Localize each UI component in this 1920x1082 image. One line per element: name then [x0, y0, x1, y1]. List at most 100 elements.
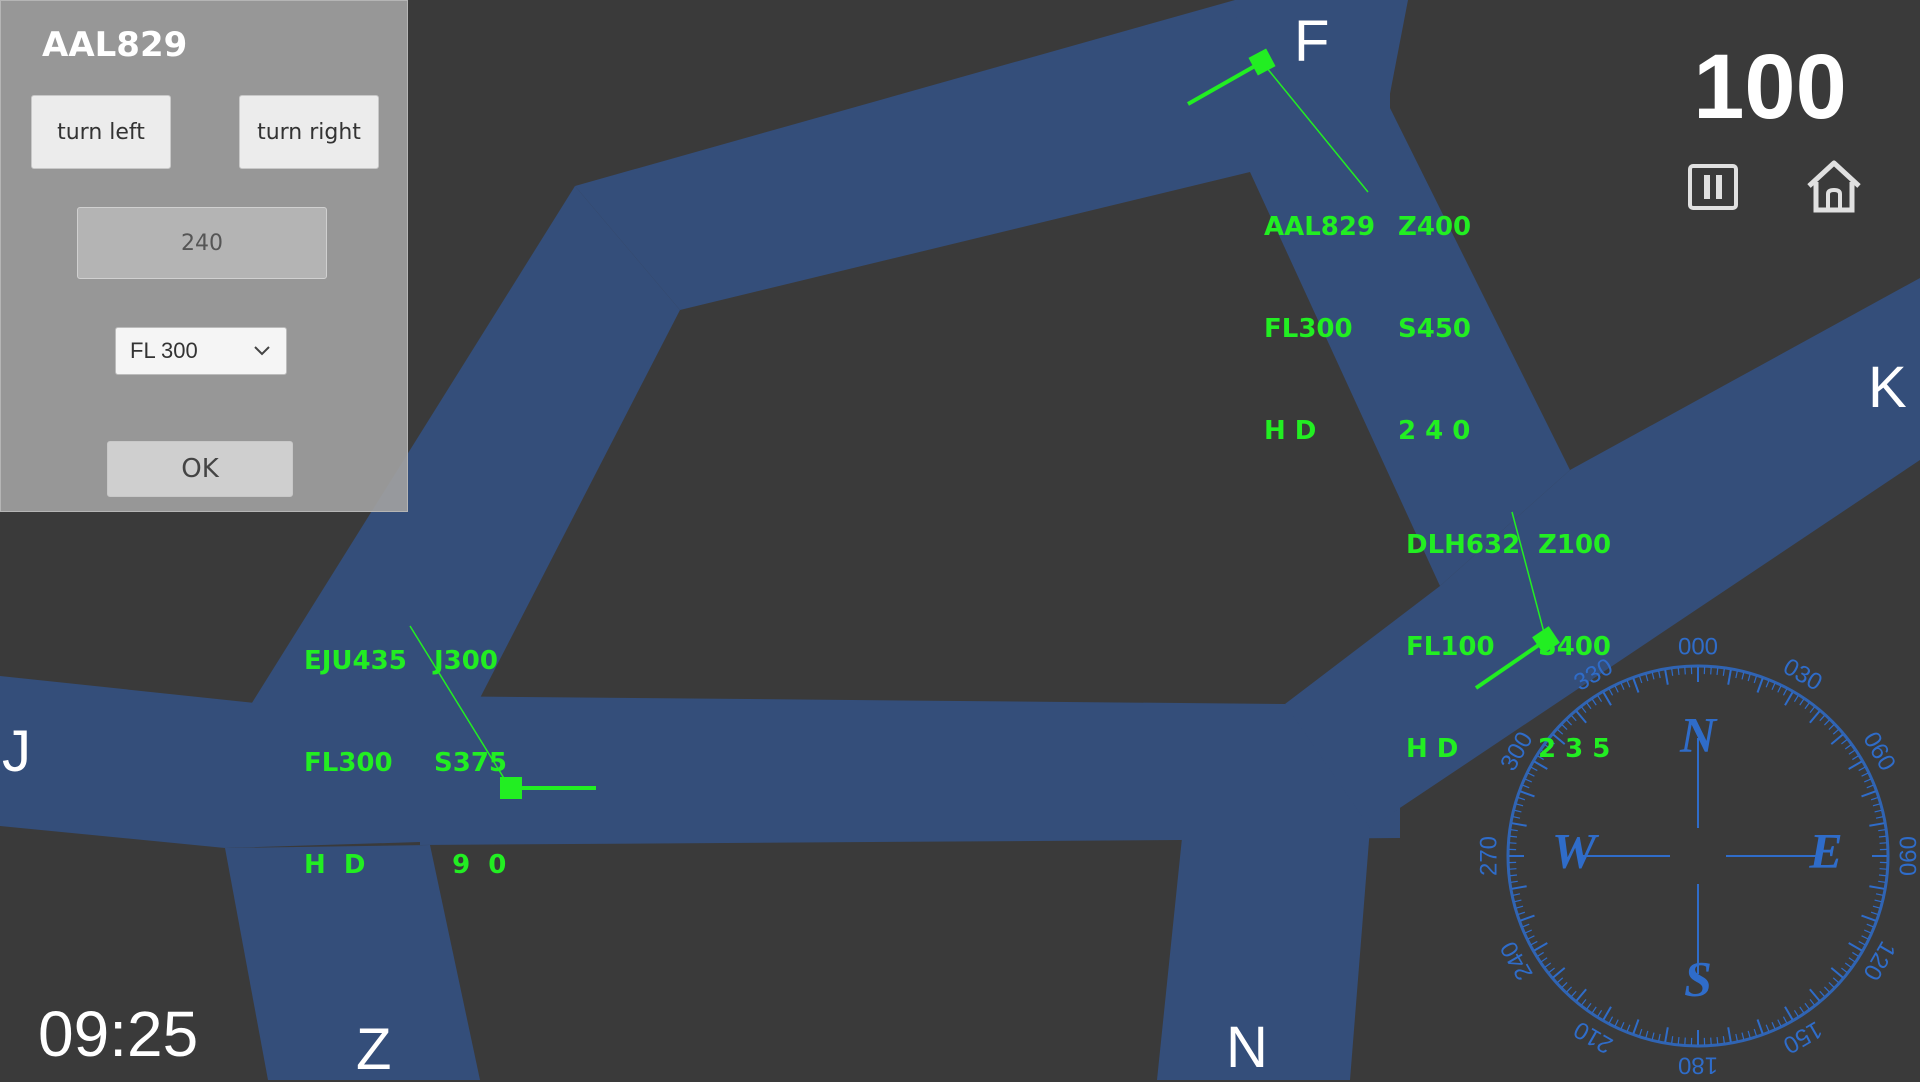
compass-tick: [1820, 716, 1825, 721]
compass-tick: [1805, 1003, 1809, 1009]
compass-tick: [1772, 1022, 1775, 1028]
compass-tick: [1659, 671, 1660, 678]
compass-tick: [1723, 1036, 1724, 1043]
compass-tick: [1582, 999, 1586, 1005]
compass-tick: [1845, 745, 1851, 749]
compass-tick: [1513, 894, 1520, 895]
compass-tick: [1748, 1031, 1750, 1038]
compass-tick: [1748, 674, 1750, 681]
compass-tick: [1742, 673, 1744, 680]
compass-tick: [1516, 804, 1523, 806]
compass-tick: [1783, 689, 1786, 695]
compass-cardinal-e: E: [1808, 822, 1842, 878]
waypoint-k-label: K: [1868, 356, 1907, 420]
compass-degree-label: 180: [1678, 1052, 1718, 1079]
flight-tag-aal829[interactable]: AAL829Z400 FL300S450 H D2 4 0: [1264, 142, 1471, 482]
flight-tag-dlh632[interactable]: DLH632Z100 FL100S400 H D2 3 5: [1406, 460, 1611, 800]
compass-tick: [1833, 730, 1838, 735]
compass-tick: [1879, 875, 1886, 876]
compass-tick: [1878, 830, 1885, 831]
compass-tick: [1852, 756, 1858, 760]
compass-tick: [1873, 906, 1880, 908]
compass-tick: [1867, 785, 1873, 788]
compass-tick: [1810, 711, 1820, 722]
compass-tick: [1515, 900, 1522, 902]
flight-heading: 2 4 0: [1398, 414, 1470, 448]
compass-tick: [1794, 1010, 1798, 1016]
compass-tick: [1878, 881, 1885, 882]
airway-j-main: [420, 696, 1400, 845]
compass-cardinal-n: N: [1679, 706, 1718, 762]
compass-tick: [1736, 671, 1737, 678]
turn-right-button[interactable]: turn right: [239, 95, 379, 169]
compass-tick: [1646, 1031, 1648, 1038]
altitude-select-value: FL 300: [130, 338, 198, 364]
compass-tick: [1862, 791, 1876, 796]
compass-tick: [1534, 943, 1547, 951]
compass-tick: [1871, 798, 1878, 800]
compass-tick: [1609, 1017, 1612, 1023]
flight-hd-label: H D: [304, 848, 434, 882]
compass-tick: [1766, 1025, 1769, 1031]
flight-hd-label: H D: [1406, 732, 1538, 766]
compass-tick: [1766, 681, 1769, 687]
selected-flight-title: AAL829: [42, 25, 187, 65]
compass-degree-label: 270: [1475, 836, 1502, 876]
heading-input[interactable]: [77, 207, 327, 279]
compass-tick: [1875, 810, 1882, 812]
compass-tick: [1785, 692, 1793, 705]
compass-tick: [1772, 683, 1775, 689]
flight-tag-eju435[interactable]: EJU435J300 FL300S375 H D 9 0: [304, 576, 507, 916]
compass-tick: [1841, 968, 1847, 972]
compass-tick: [1512, 823, 1527, 826]
compass-tick: [1523, 924, 1529, 927]
compass-tick: [1512, 886, 1527, 889]
compass-tick: [1875, 900, 1882, 902]
compass-tick: [1849, 943, 1862, 951]
compass-tick: [1778, 1020, 1781, 1026]
compass-tick: [1541, 958, 1547, 962]
compass-tick: [1778, 686, 1781, 692]
compass-tick: [1785, 1007, 1793, 1020]
ok-button[interactable]: OK: [107, 441, 293, 497]
compass-tick: [1717, 1037, 1718, 1044]
compass-tick: [1736, 1034, 1737, 1041]
compass-tick: [1805, 703, 1809, 709]
flight-speed: S375: [434, 746, 507, 780]
compass-tick: [1665, 1027, 1668, 1042]
compass-tick: [1876, 817, 1883, 818]
compass-tick: [1640, 676, 1642, 683]
flight-level: FL300: [304, 746, 434, 780]
compass-tick: [1652, 673, 1654, 680]
compass-tick: [1538, 952, 1544, 956]
compass-tick: [1621, 683, 1624, 689]
flight-control-panel: AAL829 turn left turn right FL 300 OK: [0, 0, 408, 512]
compass-tick: [1833, 978, 1838, 983]
compass-tick: [1831, 735, 1842, 745]
compass-tick: [1659, 1034, 1660, 1041]
compass-tick: [1824, 987, 1829, 992]
flight-destination: Z100: [1538, 528, 1611, 562]
home-icon[interactable]: [1806, 158, 1862, 214]
compass-tick: [1723, 669, 1724, 676]
flight-level: FL300: [1264, 312, 1398, 346]
compass-tick: [1520, 916, 1534, 921]
altitude-select[interactable]: FL 300: [115, 327, 287, 375]
chevron-down-icon: [252, 340, 272, 360]
compass-tick: [1831, 968, 1842, 978]
compass-tick: [1678, 668, 1679, 675]
pause-icon[interactable]: [1686, 160, 1742, 216]
compass-tick: [1742, 1033, 1744, 1040]
compass-tick: [1810, 989, 1820, 1000]
flight-callsign: DLH632: [1406, 528, 1538, 562]
compass-tick: [1549, 968, 1555, 972]
compass-tick: [1852, 952, 1858, 956]
waypoint-f-label: F: [1294, 10, 1329, 74]
compass-tick: [1758, 1020, 1763, 1034]
compass-tick: [1604, 1007, 1612, 1020]
turn-left-button[interactable]: turn left: [31, 95, 171, 169]
compass-degree-label: 000: [1678, 633, 1718, 660]
compass-tick: [1567, 987, 1572, 992]
compass-tick: [1864, 930, 1870, 933]
compass-tick: [1516, 906, 1523, 908]
